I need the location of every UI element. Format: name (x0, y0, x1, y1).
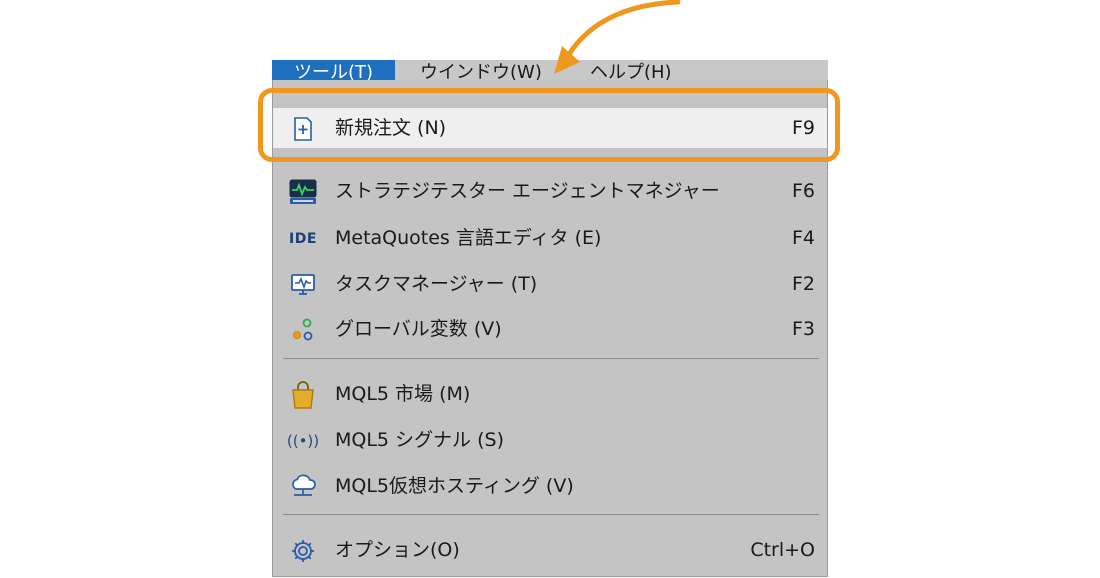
menu-item-label: MQL5仮想ホスティング (V) (335, 475, 574, 497)
menu-item-label: MQL5 市場 (M) (335, 383, 471, 405)
menu-item-shortcut: F3 (791, 318, 815, 340)
menu-item-label: ストラテジテスター エージェントマネジャー (335, 180, 720, 202)
menubar-item-tools[interactable]: ツール(T) (272, 60, 396, 80)
menubar-item-window[interactable]: ウインドウ(W) (398, 60, 564, 80)
menu-item-strategy-tester-agent-manager[interactable]: ストラテジテスター エージェントマネジャー F6 (273, 171, 827, 211)
menu-item-mql5-signals[interactable]: ((•)) MQL5 シグナル (S) (273, 420, 827, 460)
menu-item-mql5-market[interactable]: MQL5 市場 (M) (273, 374, 827, 414)
gear-icon (289, 538, 317, 564)
menu-item-shortcut: F2 (791, 273, 815, 295)
highlight-callout-frame (258, 88, 840, 162)
menu-item-shortcut: Ctrl+O (750, 539, 815, 561)
menu-item-label: グローバル変数 (V) (335, 318, 502, 340)
menu-item-global-variables[interactable]: グローバル変数 (V) F3 (273, 309, 827, 349)
menu-separator (283, 514, 819, 515)
menu-item-options[interactable]: オプション(O) Ctrl+O (273, 530, 827, 570)
menu-item-label: オプション(O) (335, 539, 460, 561)
menu-item-shortcut: F4 (791, 227, 815, 249)
strategy-tester-icon (289, 179, 317, 205)
cloud-hosting-icon (289, 474, 317, 500)
menu-item-task-manager[interactable]: タスクマネージャー (T) F2 (273, 264, 827, 304)
signal-icon: ((•)) (286, 432, 320, 450)
ide-icon: IDE (289, 231, 317, 247)
menu-item-label: タスクマネージャー (T) (335, 273, 538, 295)
menu-item-label: MetaQuotes 言語エディタ (E) (335, 227, 602, 249)
market-bag-icon (289, 381, 317, 409)
menu-item-shortcut: F6 (791, 180, 815, 202)
menu-item-metaquotes-editor[interactable]: IDE MetaQuotes 言語エディタ (E) F4 (273, 218, 827, 258)
menu-separator (283, 358, 819, 359)
menu-item-mql5-virtual-hosting[interactable]: MQL5仮想ホスティング (V) (273, 466, 827, 506)
global-variables-icon (289, 317, 317, 343)
pointer-arrow-icon (554, 0, 681, 74)
task-manager-icon (289, 272, 317, 298)
menu-item-label: MQL5 シグナル (S) (335, 429, 504, 451)
